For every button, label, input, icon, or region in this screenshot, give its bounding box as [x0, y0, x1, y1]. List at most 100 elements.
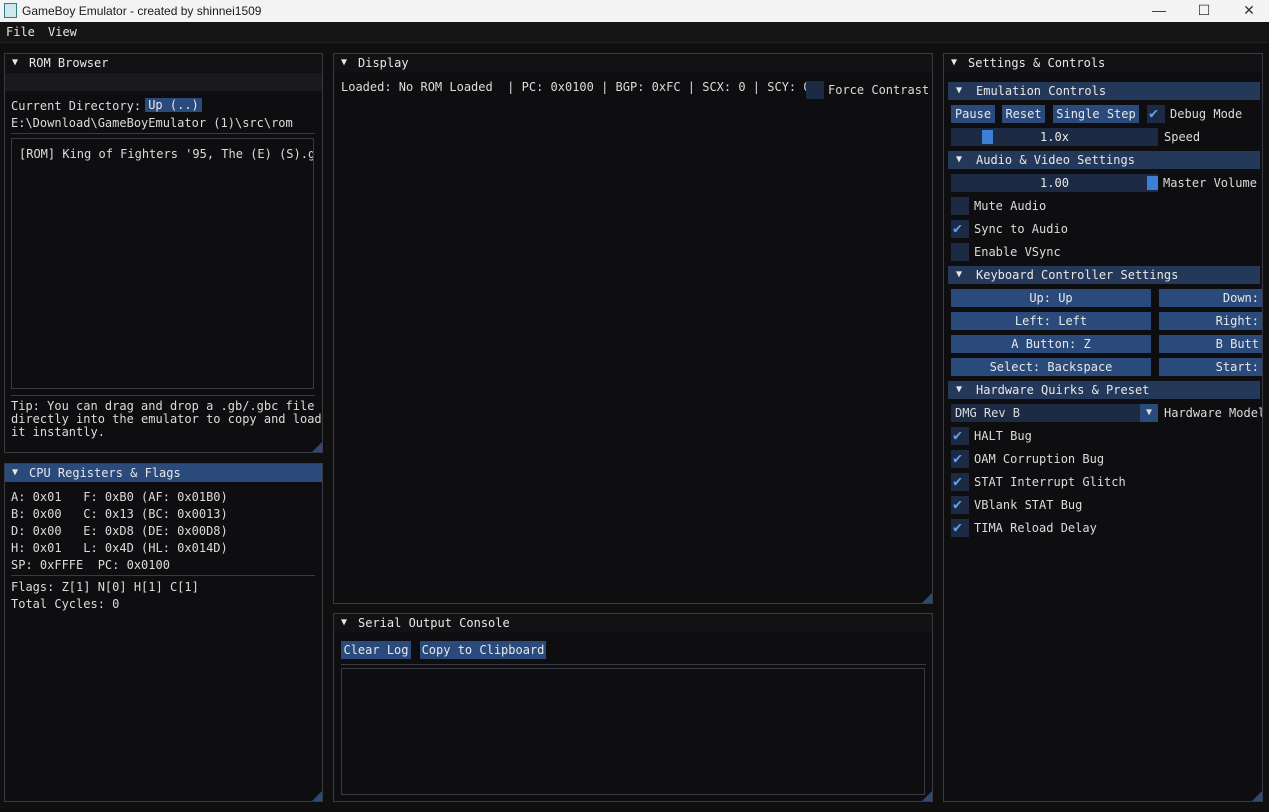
checkmark-icon: ✔: [1149, 104, 1159, 122]
checkmark-icon: ✔: [953, 495, 963, 513]
reset-button[interactable]: Reset: [1002, 105, 1045, 123]
vblank-stat-checkbox[interactable]: ✔: [951, 495, 969, 514]
app-icon: [4, 3, 17, 18]
rom-file-list[interactable]: [ROM] King of Fighters '95, The (E) (S).…: [11, 138, 314, 389]
mute-audio-label: Mute Audio: [974, 199, 1047, 213]
sync-audio-checkbox[interactable]: ✔: [951, 219, 969, 238]
display-window: ▼ Display Loaded: No ROM Loaded | PC: 0x…: [333, 53, 933, 604]
debug-mode-checkbox[interactable]: ✔: [1147, 104, 1165, 123]
collapse-arrow-icon[interactable]: ▼: [12, 464, 18, 482]
checkmark-icon: ✔: [953, 449, 963, 467]
display-header[interactable]: ▼ Display: [334, 54, 932, 72]
key-binding-down[interactable]: Down:: [1159, 289, 1262, 307]
emulation-controls-title: Emulation Controls: [976, 84, 1107, 98]
mute-audio-checkbox[interactable]: [951, 197, 969, 215]
resize-grip[interactable]: [312, 442, 322, 452]
checkmark-icon: ✔: [953, 518, 963, 536]
collapse-arrow-icon[interactable]: ▼: [956, 151, 962, 169]
vblank-stat-label: VBlank STAT Bug: [974, 498, 1083, 512]
menu-view[interactable]: View: [48, 25, 77, 39]
pause-button[interactable]: Pause: [951, 105, 995, 123]
close-button[interactable]: ✕: [1226, 0, 1269, 22]
resize-grip[interactable]: [922, 791, 932, 801]
window-titlebar: GameBoy Emulator - created by shinnei150…: [0, 0, 1269, 22]
stat-interrupt-checkbox[interactable]: ✔: [951, 472, 969, 491]
divider: [11, 133, 315, 134]
enable-vsync-checkbox[interactable]: [951, 243, 969, 261]
collapse-arrow-icon[interactable]: ▼: [12, 54, 18, 72]
rom-file-item[interactable]: [ROM] King of Fighters '95, The (E) (S).…: [19, 148, 313, 161]
register-line-bc: B: 0x00 C: 0x13 (BC: 0x0013): [11, 507, 228, 521]
emulation-controls-header[interactable]: ▼ Emulation Controls: [948, 82, 1260, 100]
drag-drop-tip: Tip: You can drag and drop a .gb/.gbc fi…: [11, 399, 322, 439]
cpu-registers-header[interactable]: ▼ CPU Registers & Flags: [5, 464, 322, 482]
collapse-arrow-icon[interactable]: ▼: [341, 614, 347, 632]
tima-reload-label: TIMA Reload Delay: [974, 521, 1097, 535]
oam-corruption-checkbox[interactable]: ✔: [951, 449, 969, 468]
resize-grip[interactable]: [922, 593, 932, 603]
sync-audio-label: Sync to Audio: [974, 222, 1068, 236]
rom-browser-header[interactable]: ▼ ROM Browser: [5, 54, 322, 72]
key-binding-right[interactable]: Right:: [1159, 312, 1262, 330]
hardware-model-value: DMG Rev B: [955, 406, 1021, 420]
keyboard-settings-header[interactable]: ▼ Keyboard Controller Settings: [948, 266, 1260, 284]
key-binding-start[interactable]: Start:: [1159, 358, 1262, 376]
copy-to-clipboard-button[interactable]: Copy to Clipboard: [420, 641, 546, 659]
serial-output-area[interactable]: [341, 668, 925, 795]
cpu-registers-window: ▼ CPU Registers & Flags A: 0x01 F: 0xB0 …: [4, 463, 323, 802]
collapse-arrow-icon[interactable]: ▼: [956, 266, 962, 284]
collapse-arrow-icon[interactable]: ▼: [951, 54, 957, 72]
key-binding-left[interactable]: Left: Left: [951, 312, 1151, 330]
display-status: Loaded: No ROM Loaded | PC: 0x0100 | BGP…: [341, 80, 811, 94]
collapse-arrow-icon[interactable]: ▼: [341, 54, 347, 72]
minimize-button[interactable]: —: [1136, 0, 1182, 22]
divider: [11, 575, 315, 576]
hardware-model-dropdown[interactable]: DMG Rev B ▼: [951, 404, 1158, 422]
divider: [11, 395, 315, 396]
total-cycles: Total Cycles: 0: [11, 597, 120, 611]
audio-video-title: Audio & Video Settings: [976, 153, 1135, 167]
cpu-registers-title: CPU Registers & Flags: [29, 466, 181, 480]
single-step-button[interactable]: Single Step: [1053, 105, 1139, 123]
display-title: Display: [358, 56, 409, 70]
oam-corruption-label: OAM Corruption Bug: [974, 452, 1105, 466]
register-line-sp-pc: SP: 0xFFFE PC: 0x0100: [11, 558, 170, 572]
register-line-hl: H: 0x01 L: 0x4D (HL: 0x014D): [11, 541, 228, 555]
tima-reload-checkbox[interactable]: ✔: [951, 518, 969, 537]
resize-grip[interactable]: [1252, 791, 1262, 801]
rom-browser-title: ROM Browser: [29, 56, 109, 70]
slider-handle[interactable]: [1147, 176, 1158, 190]
key-binding-b[interactable]: B Butt: [1159, 335, 1262, 353]
force-contrast-label: Force Contrast: [828, 83, 930, 97]
resize-grip[interactable]: [312, 791, 322, 801]
collapse-arrow-icon[interactable]: ▼: [956, 381, 962, 399]
collapse-arrow-icon[interactable]: ▼: [956, 82, 962, 100]
flags-line: Flags: Z[1] N[0] H[1] C[1]: [11, 580, 199, 594]
checkmark-icon: ✔: [953, 219, 963, 237]
audio-video-header[interactable]: ▼ Audio & Video Settings: [948, 151, 1260, 169]
maximize-button[interactable]: ☐: [1181, 0, 1227, 22]
settings-header[interactable]: ▼ Settings & Controls: [944, 54, 1262, 72]
settings-window: ▼ Settings & Controls ▼ Emulation Contro…: [943, 53, 1263, 802]
serial-console-header[interactable]: ▼ Serial Output Console: [334, 614, 932, 632]
rom-browser-window: ▼ ROM Browser Current Directory: Up (..)…: [4, 53, 323, 453]
master-volume-slider[interactable]: 1.00: [951, 174, 1158, 192]
hardware-quirks-header[interactable]: ▼ Hardware Quirks & Preset: [948, 381, 1260, 399]
key-binding-a[interactable]: A Button: Z: [951, 335, 1151, 353]
halt-bug-checkbox[interactable]: ✔: [951, 426, 969, 445]
key-binding-up[interactable]: Up: Up: [951, 289, 1151, 307]
enable-vsync-label: Enable VSync: [974, 245, 1061, 259]
serial-console-title: Serial Output Console: [358, 616, 510, 630]
up-directory-button[interactable]: Up (..): [145, 98, 202, 112]
hardware-quirks-title: Hardware Quirks & Preset: [976, 383, 1150, 397]
force-contrast-checkbox[interactable]: [806, 81, 824, 99]
menu-bar: File View: [0, 22, 1269, 43]
slider-handle[interactable]: [982, 130, 994, 144]
menu-file[interactable]: File: [6, 25, 35, 39]
chevron-down-icon[interactable]: ▼: [1140, 404, 1158, 422]
halt-bug-label: HALT Bug: [974, 429, 1032, 443]
key-binding-select[interactable]: Select: Backspace: [951, 358, 1151, 376]
window-title: GameBoy Emulator - created by shinnei150…: [22, 4, 262, 18]
clear-log-button[interactable]: Clear Log: [341, 641, 411, 659]
speed-slider[interactable]: 1.0x: [951, 128, 1158, 146]
